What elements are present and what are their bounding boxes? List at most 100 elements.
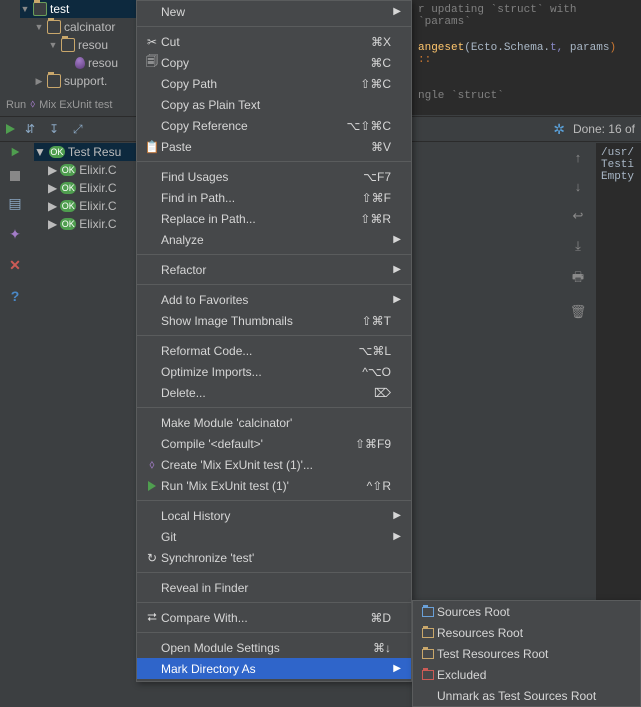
test-result-item[interactable]: ▶ OK Elixir.C bbox=[34, 161, 139, 179]
menu-refactor[interactable]: Refactor▶ bbox=[137, 259, 411, 280]
ok-badge-icon: OK bbox=[60, 218, 76, 230]
chevron-right-icon: ▶ bbox=[48, 181, 57, 195]
expand-icon[interactable]: ⤢ bbox=[73, 122, 87, 136]
tree-label: test bbox=[50, 2, 69, 16]
output-actions: ↑ ↓ ↩ ⤓ 🖶 🗑 bbox=[568, 150, 588, 320]
tree-item-calcinator[interactable]: ▼ calcinator bbox=[20, 18, 140, 36]
menu-copy-path[interactable]: Copy Path⇧⌘C bbox=[137, 73, 411, 94]
menu-reveal[interactable]: Reveal in Finder bbox=[137, 577, 411, 598]
play-icon bbox=[143, 481, 161, 491]
test-result-item[interactable]: ▶ OK Elixir.C bbox=[34, 197, 139, 215]
run-icon[interactable] bbox=[6, 124, 15, 134]
elixir-icon bbox=[75, 57, 85, 69]
menu-find-in-path[interactable]: Find in Path...⇧⌘F bbox=[137, 187, 411, 208]
folder-icon bbox=[61, 38, 75, 52]
folder-icon bbox=[33, 2, 47, 16]
done-label: Done: 16 of bbox=[573, 122, 635, 136]
menu-new[interactable]: New▶ bbox=[137, 1, 411, 22]
menu-open-module[interactable]: Open Module Settings⌘↓ bbox=[137, 637, 411, 658]
scroll-icon[interactable]: ⤓ bbox=[575, 238, 581, 254]
trash-icon[interactable]: 🗑 bbox=[570, 304, 587, 320]
menu-delete[interactable]: Delete...⌦ bbox=[137, 382, 411, 403]
test-label: Elixir.C bbox=[79, 181, 116, 195]
ok-badge-icon: OK bbox=[60, 200, 76, 212]
menu-create-mix[interactable]: ⬨Create 'Mix ExUnit test (1)'... bbox=[137, 454, 411, 475]
tree-item-resou2[interactable]: ▶ resou bbox=[20, 54, 140, 72]
mix-icon: ⬨ bbox=[30, 98, 35, 111]
test-result-item[interactable]: ▶ OK Elixir.C bbox=[34, 215, 139, 233]
submenu-unmark[interactable]: Unmark as Test Sources Root bbox=[413, 685, 640, 706]
test-results-root[interactable]: ▼ OK Test Resu bbox=[34, 143, 139, 161]
chevron-right-icon: ▶ bbox=[391, 234, 401, 245]
arrow-up-icon[interactable]: ↑ bbox=[575, 150, 582, 165]
menu-local-history[interactable]: Local History▶ bbox=[137, 505, 411, 526]
stop-icon[interactable] bbox=[10, 171, 20, 181]
sort-icon[interactable]: ↧ bbox=[49, 122, 63, 136]
tree-item-resou1[interactable]: ▼ resou bbox=[20, 36, 140, 54]
mix-icon: ⬨ bbox=[143, 457, 161, 472]
menu-copy-reference[interactable]: Copy Reference⌥⇧⌘C bbox=[137, 115, 411, 136]
menu-replace-in-path[interactable]: Replace in Path...⇧⌘R bbox=[137, 208, 411, 229]
test-results-tree: ▼ OK Test Resu ▶ OK Elixir.C ▶ OK Elixir… bbox=[34, 143, 139, 233]
menu-compile[interactable]: Compile '<default>'⇧⌘F9 bbox=[137, 433, 411, 454]
menu-reformat[interactable]: Reformat Code...⌥⌘L bbox=[137, 340, 411, 361]
menu-optimize[interactable]: Optimize Imports...^⌥O bbox=[137, 361, 411, 382]
ok-badge-icon: OK bbox=[60, 164, 76, 176]
run-sidebar: ▤ ✦ ✕ ? bbox=[0, 143, 30, 304]
context-menu: New▶ Cut⌘X Copy⌘C Copy Path⇧⌘C Copy as P… bbox=[136, 0, 412, 682]
layout-icon[interactable]: ▤ bbox=[8, 195, 21, 212]
menu-synchronize[interactable]: Synchronize 'test' bbox=[137, 547, 411, 568]
wand-icon[interactable]: ✦ bbox=[9, 226, 21, 243]
chevron-down-icon: ▼ bbox=[34, 145, 46, 159]
tree-item-test[interactable]: ▼ test bbox=[20, 0, 140, 18]
chevron-right-icon: ▶ bbox=[48, 199, 57, 213]
menu-cut[interactable]: Cut⌘X bbox=[137, 31, 411, 52]
submenu-excluded[interactable]: Excluded bbox=[413, 664, 640, 685]
menu-analyze[interactable]: Analyze▶ bbox=[137, 229, 411, 250]
menu-copy-plain[interactable]: Copy as Plain Text bbox=[137, 94, 411, 115]
menu-thumbnails[interactable]: Show Image Thumbnails⇧⌘T bbox=[137, 310, 411, 331]
chevron-down-icon: ▼ bbox=[20, 4, 30, 14]
print-icon[interactable]: 🖶 bbox=[572, 268, 584, 290]
menu-compare[interactable]: Compare With...⌘D bbox=[137, 607, 411, 628]
menu-mark-directory[interactable]: Mark Directory As▶ bbox=[137, 658, 411, 679]
compare-icon bbox=[143, 610, 161, 625]
tree-label: calcinator bbox=[64, 20, 115, 34]
test-result-item[interactable]: ▶ OK Elixir.C bbox=[34, 179, 139, 197]
submenu-test-resources-root[interactable]: Test Resources Root bbox=[413, 643, 640, 664]
wrap-icon[interactable]: ↩ bbox=[573, 208, 584, 224]
menu-paste[interactable]: Paste⌘V bbox=[137, 136, 411, 157]
rerun-icon[interactable] bbox=[11, 148, 19, 157]
arrow-down-icon[interactable]: ↓ bbox=[575, 179, 582, 194]
ok-badge-icon: OK bbox=[49, 146, 65, 158]
filter-icon[interactable]: ⇵ bbox=[25, 122, 39, 136]
chevron-right-icon: ▶ bbox=[391, 531, 401, 542]
chevron-right-icon: ▶ bbox=[391, 294, 401, 305]
close-icon[interactable]: ✕ bbox=[9, 257, 21, 274]
test-label: Elixir.C bbox=[79, 199, 116, 213]
tree-item-support[interactable]: ▶ support. bbox=[20, 72, 140, 90]
menu-run-mix[interactable]: Run 'Mix ExUnit test (1)'^⇧R bbox=[137, 475, 411, 496]
mark-directory-submenu: Sources Root Resources Root Test Resourc… bbox=[412, 600, 641, 707]
ok-badge-icon: OK bbox=[60, 182, 76, 194]
test-label: Elixir.C bbox=[79, 163, 116, 177]
menu-copy[interactable]: Copy⌘C bbox=[137, 52, 411, 73]
folder-icon bbox=[47, 20, 61, 34]
chevron-down-icon: ▼ bbox=[34, 22, 44, 32]
chevron-right-icon: ▶ bbox=[391, 510, 401, 521]
menu-add-favorites[interactable]: Add to Favorites▶ bbox=[137, 289, 411, 310]
submenu-resources-root[interactable]: Resources Root bbox=[413, 622, 640, 643]
sync-icon bbox=[143, 551, 161, 565]
folder-icon bbox=[419, 649, 437, 659]
help-icon[interactable]: ? bbox=[11, 288, 20, 304]
menu-git[interactable]: Git▶ bbox=[137, 526, 411, 547]
submenu-sources-root[interactable]: Sources Root bbox=[413, 601, 640, 622]
results-header: Test Resu bbox=[68, 145, 121, 159]
gear-icon[interactable]: ✲ bbox=[553, 121, 565, 138]
chevron-right-icon: ▶ bbox=[34, 76, 44, 87]
menu-make-module[interactable]: Make Module 'calcinator' bbox=[137, 412, 411, 433]
chevron-right-icon: ▶ bbox=[391, 264, 401, 275]
menu-find-usages[interactable]: Find Usages⌥F7 bbox=[137, 166, 411, 187]
tree-label: support. bbox=[64, 74, 107, 88]
tree-label: resou bbox=[78, 38, 108, 52]
